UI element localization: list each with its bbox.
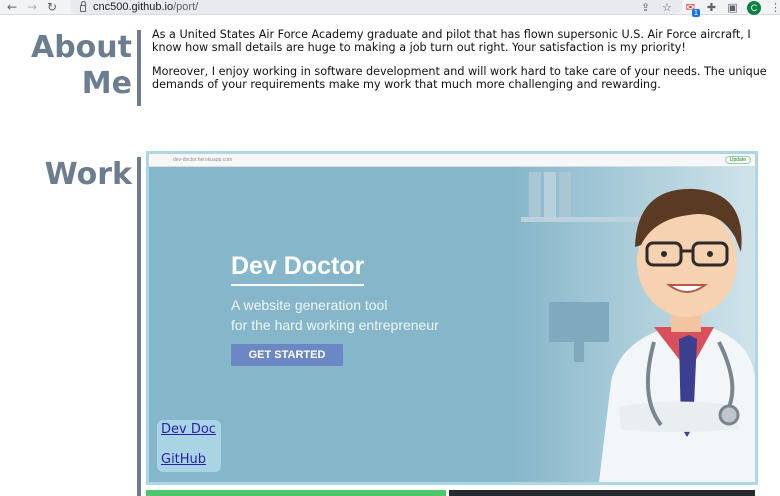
- extensions-area: ✉ 1 ✚ ▣ C ⋮: [684, 0, 780, 17]
- browser-toolbar: ← → ↻ cnc500.github.io/port/ ⇪ ☆ ✉ 1 ✚ ▣ …: [0, 0, 780, 17]
- binder-shape: [559, 172, 571, 217]
- bookmark-star-icon[interactable]: ☆: [662, 1, 672, 14]
- url-path: /port/: [173, 1, 199, 13]
- binder-shape: [544, 172, 556, 217]
- monitor-stand: [574, 342, 584, 362]
- dev-doc-link[interactable]: Dev Doc: [161, 422, 217, 437]
- work-heading: Work: [44, 157, 132, 192]
- eye-left: [661, 251, 667, 257]
- project-hero-title: Dev Doctor: [231, 252, 365, 286]
- project-links: Dev Doc GitHub: [157, 420, 221, 472]
- work-divider: [137, 157, 141, 496]
- about-paragraph-2: Moreover, I enjoy working in software de…: [152, 65, 767, 91]
- extension-badge: 1: [692, 8, 700, 17]
- about-heading-line2: Me: [81, 66, 132, 101]
- eye-right: [707, 251, 713, 257]
- url-host: cnc500.github.io: [93, 1, 174, 13]
- forward-icon[interactable]: →: [22, 0, 42, 15]
- about-paragraph-1: As a United States Air Force Academy gra…: [152, 28, 751, 54]
- stethoscope-chestpiece: [718, 404, 740, 426]
- project-subtitle-line1: A website generation tool: [231, 297, 388, 313]
- puzzle-icon[interactable]: ✚: [705, 1, 718, 14]
- lock-icon[interactable]: [80, 0, 86, 12]
- binder-shape: [529, 172, 541, 217]
- side-panel-icon[interactable]: ▣: [726, 1, 739, 14]
- address-bar[interactable]: cnc500.github.io/port/ ⇪ ☆: [70, 0, 682, 14]
- menu-icon[interactable]: ⋮: [769, 1, 780, 14]
- reload-icon[interactable]: ↻: [42, 0, 62, 15]
- screenshot-url: dev-doctor.herokuapp.com: [173, 157, 233, 163]
- get-started-button: GET STARTED: [231, 344, 343, 366]
- share-icon[interactable]: ⇪: [641, 1, 650, 14]
- back-icon[interactable]: ←: [2, 0, 22, 15]
- screenshot-browser-bar: dev-doctor.herokuapp.com Update: [149, 154, 755, 167]
- about-text: As a United States Air Force Academy gra…: [152, 28, 772, 102]
- github-link[interactable]: GitHub: [161, 452, 217, 467]
- next-project-preview-dark: [449, 490, 755, 496]
- project-card-dev-doctor: dev-doctor.herokuapp.com Update Dev Doct…: [146, 151, 758, 485]
- url-text[interactable]: cnc500.github.io/port/: [93, 1, 198, 13]
- about-divider: [137, 30, 141, 106]
- profile-avatar[interactable]: C: [747, 0, 761, 15]
- next-project-preview-green: [146, 490, 446, 496]
- screenshot-update-button: Update: [724, 156, 751, 164]
- about-heading-line1: About: [30, 30, 132, 65]
- extension-icon[interactable]: ✉ 1: [684, 1, 700, 17]
- project-subtitle-line2: for the hard working entrepreneur: [231, 317, 439, 333]
- project-hero-subtitle: A website generation tool for the hard w…: [231, 295, 491, 335]
- about-heading: About Me: [30, 30, 132, 102]
- monitor-shape: [549, 302, 609, 342]
